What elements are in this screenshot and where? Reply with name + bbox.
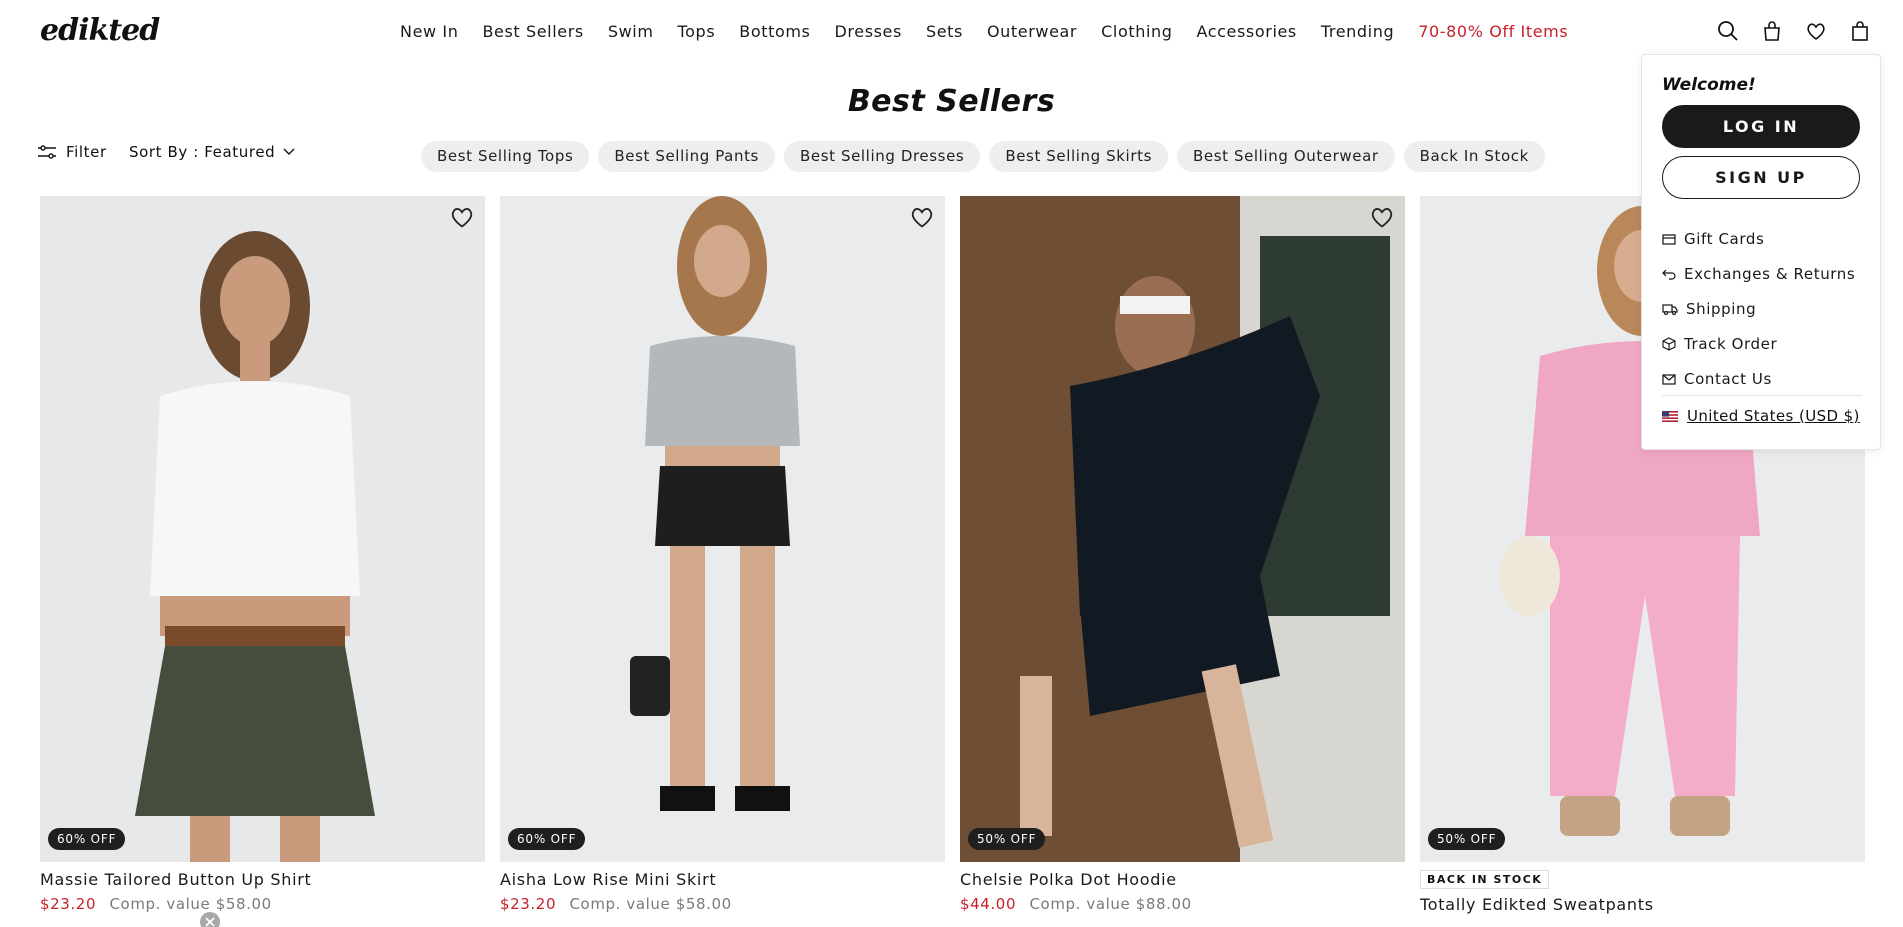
nav-trending[interactable]: Trending xyxy=(1321,22,1394,41)
header-icons xyxy=(1715,18,1873,44)
sale-price: $23.20 xyxy=(500,895,557,913)
wishlist-heart-icon[interactable] xyxy=(1369,204,1395,230)
chip-back-in-stock[interactable]: Back In Stock xyxy=(1403,141,1545,172)
chevron-down-icon xyxy=(283,148,295,155)
welcome-heading: Welcome! xyxy=(1662,75,1756,95)
divider xyxy=(1662,395,1862,396)
nav-clothing[interactable]: Clothing xyxy=(1101,22,1172,41)
product-price: $23.20 Comp. value $58.00 xyxy=(40,895,485,913)
wishlist-heart-icon[interactable] xyxy=(449,204,475,230)
chip-best-selling-outerwear[interactable]: Best Selling Outerwear xyxy=(1176,141,1395,172)
main-nav: New In Best Sellers Swim Tops Bottoms Dr… xyxy=(400,22,1592,41)
chip-best-selling-tops[interactable]: Best Selling Tops xyxy=(421,141,590,172)
link-label: Contact Us xyxy=(1684,369,1772,388)
sign-up-button[interactable]: SIGN UP xyxy=(1662,156,1860,199)
product-image[interactable]: 60% OFF xyxy=(40,196,485,862)
product-card[interactable]: 60% OFF Massie Tailored Button Up Shirt … xyxy=(40,196,485,913)
cart-icon[interactable] xyxy=(1847,18,1873,44)
product-card[interactable]: 50% OFF Chelsie Polka Dot Hoodie $44.00 … xyxy=(960,196,1405,913)
product-name[interactable]: Massie Tailored Button Up Shirt xyxy=(40,870,485,889)
us-flag-icon xyxy=(1662,410,1678,422)
account-links: Gift Cards Exchanges & Returns Shipping … xyxy=(1662,221,1862,396)
nav-dresses[interactable]: Dresses xyxy=(835,22,902,41)
chip-best-selling-skirts[interactable]: Best Selling Skirts xyxy=(989,141,1168,172)
brand-logo[interactable]: edikted xyxy=(38,12,180,50)
nav-sale[interactable]: 70-80% Off Items xyxy=(1418,22,1568,41)
product-price: $44.00 Comp. value $88.00 xyxy=(960,895,1405,913)
product-name[interactable]: Totally Edikted Sweatpants xyxy=(1420,895,1865,914)
close-icon[interactable] xyxy=(200,912,220,927)
product-price: $23.20 Comp. value $58.00 xyxy=(500,895,945,913)
search-icon[interactable] xyxy=(1715,18,1741,44)
chip-best-selling-dresses[interactable]: Best Selling Dresses xyxy=(783,141,981,172)
filter-button[interactable]: Filter xyxy=(38,143,107,161)
svg-text:edikted: edikted xyxy=(40,13,160,48)
nav-swim[interactable]: Swim xyxy=(608,22,654,41)
link-label: Track Order xyxy=(1684,334,1778,353)
discount-badge: 60% OFF xyxy=(508,828,586,850)
region-selector[interactable]: United States (USD $) xyxy=(1662,407,1860,425)
return-arrow-icon xyxy=(1662,269,1676,280)
chip-best-selling-pants[interactable]: Best Selling Pants xyxy=(598,141,775,172)
link-label: Gift Cards xyxy=(1684,229,1765,248)
back-in-stock-tag: BACK IN STOCK xyxy=(1420,870,1550,889)
filter-label: Filter xyxy=(66,143,107,161)
product-card[interactable]: 60% OFF Aisha Low Rise Mini Skirt $23.20… xyxy=(500,196,945,913)
sale-price: $23.20 xyxy=(40,895,97,913)
link-track-order[interactable]: Track Order xyxy=(1662,326,1862,361)
wishlist-heart-icon[interactable] xyxy=(909,204,935,230)
compare-price: Comp. value $88.00 xyxy=(1029,895,1192,913)
gift-card-icon xyxy=(1662,233,1676,245)
bag-icon[interactable] xyxy=(1759,18,1785,44)
region-label: United States (USD $) xyxy=(1687,407,1860,425)
link-contact-us[interactable]: Contact Us xyxy=(1662,361,1862,396)
nav-tops[interactable]: Tops xyxy=(678,22,716,41)
link-gift-cards[interactable]: Gift Cards xyxy=(1662,221,1862,256)
box-icon xyxy=(1662,336,1676,351)
link-exchanges-returns[interactable]: Exchanges & Returns xyxy=(1662,256,1862,291)
product-image[interactable]: 50% OFF xyxy=(960,196,1405,862)
nav-new-in[interactable]: New In xyxy=(400,22,458,41)
mail-icon xyxy=(1662,373,1676,385)
log-in-button[interactable]: LOG IN xyxy=(1662,105,1860,148)
product-image[interactable]: 60% OFF xyxy=(500,196,945,862)
discount-badge: 50% OFF xyxy=(1428,828,1506,850)
link-shipping[interactable]: Shipping xyxy=(1662,291,1862,326)
link-label: Exchanges & Returns xyxy=(1684,264,1856,283)
sort-label: Sort By : Featured xyxy=(129,143,276,161)
discount-badge: 50% OFF xyxy=(968,828,1046,850)
category-chips: Best Selling Tops Best Selling Pants Bes… xyxy=(421,141,1545,172)
page-title: Best Sellers xyxy=(847,84,1056,119)
nav-outerwear[interactable]: Outerwear xyxy=(987,22,1077,41)
site-header: edikted New In Best Sellers Swim Tops Bo… xyxy=(0,0,1903,64)
nav-best-sellers[interactable]: Best Sellers xyxy=(482,22,583,41)
discount-badge: 60% OFF xyxy=(48,828,126,850)
filter-icon xyxy=(38,145,56,159)
product-name[interactable]: Chelsie Polka Dot Hoodie xyxy=(960,870,1405,889)
compare-price: Comp. value $58.00 xyxy=(109,895,272,913)
link-label: Shipping xyxy=(1686,299,1757,318)
nav-bottoms[interactable]: Bottoms xyxy=(739,22,810,41)
nav-accessories[interactable]: Accessories xyxy=(1197,22,1297,41)
truck-icon xyxy=(1662,303,1678,315)
nav-sets[interactable]: Sets xyxy=(926,22,963,41)
account-dropdown: Welcome! LOG IN SIGN UP Gift Cards Excha… xyxy=(1641,54,1881,450)
sale-price: $44.00 xyxy=(960,895,1017,913)
compare-price: Comp. value $58.00 xyxy=(569,895,732,913)
sort-dropdown[interactable]: Sort By : Featured xyxy=(129,143,295,161)
product-name[interactable]: Aisha Low Rise Mini Skirt xyxy=(500,870,945,889)
heart-icon[interactable] xyxy=(1803,18,1829,44)
